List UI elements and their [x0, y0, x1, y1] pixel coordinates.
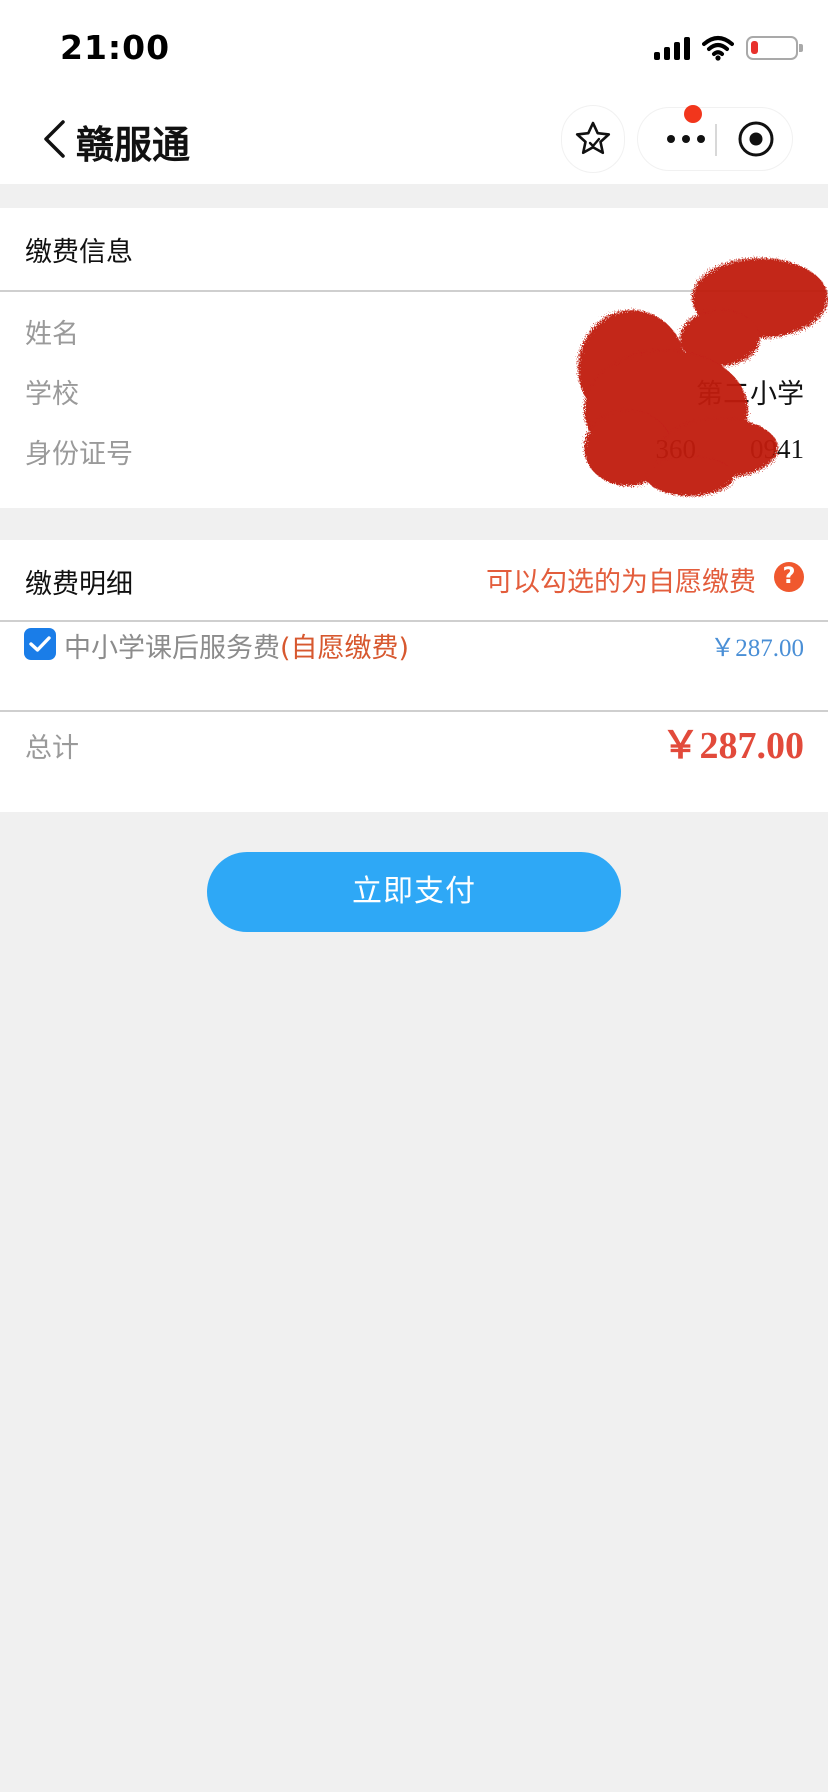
total-label: 总计 [25, 733, 79, 764]
voluntary-tag: (自愿缴费) [280, 633, 410, 664]
fee-item-name: 中小学课后服务费(自愿缴费) [64, 626, 409, 665]
favorite-button[interactable] [562, 106, 624, 172]
name-label: 姓名 [25, 319, 79, 350]
app-screen: 21:00 赣服通 缴费信息 姓名 学校 第二小学 身份证号 360 0941 … [0, 0, 828, 1792]
payment-detail-title: 缴费明细 [25, 569, 133, 600]
mini-program-capsule [638, 105, 792, 170]
status-bar: 21:00 [0, 0, 828, 96]
divider [0, 620, 828, 622]
total-amount: ￥287.00 [661, 725, 804, 767]
fee-item-label: 中小学课后服务费 [64, 633, 280, 664]
signal-icon [654, 36, 690, 60]
target-close-icon [738, 121, 774, 157]
battery-level [751, 41, 758, 54]
pay-now-button[interactable]: 立即支付 [207, 852, 621, 932]
id-number-label: 身份证号 [25, 439, 133, 470]
notification-dot [684, 105, 702, 123]
wifi-icon [702, 36, 734, 61]
back-button[interactable] [34, 114, 74, 164]
payment-info-card: 缴费信息 姓名 学校 第二小学 身份证号 360 0941 [0, 208, 828, 508]
page-title: 赣服通 [76, 123, 191, 167]
id-number-value: 360 0941 [655, 434, 805, 464]
status-icons [654, 34, 803, 62]
item-checkbox[interactable] [24, 628, 56, 660]
close-miniprogram-button[interactable] [726, 108, 786, 170]
nav-bar: 赣服通 [0, 96, 828, 184]
battery-low-icon [746, 36, 803, 60]
checkmark-icon [29, 636, 51, 652]
capsule-divider [715, 124, 717, 156]
school-label: 学校 [25, 379, 79, 410]
status-time: 21:00 [60, 28, 171, 67]
fee-item-price: ￥287.00 [710, 635, 804, 662]
divider [0, 290, 828, 292]
payment-detail-card: 缴费明细 可以勾选的为自愿缴费 ? 中小学课后服务费(自愿缴费) ￥287.00… [0, 540, 828, 812]
school-value: 第二小学 [696, 379, 804, 410]
chevron-left-icon [44, 120, 65, 158]
star-icon [575, 121, 611, 155]
payment-info-title: 缴费信息 [25, 237, 133, 268]
help-icon[interactable]: ? [774, 562, 804, 592]
voluntary-hint: 可以勾选的为自愿缴费 [486, 567, 756, 598]
divider [0, 710, 828, 712]
more-dots-icon [667, 135, 705, 143]
